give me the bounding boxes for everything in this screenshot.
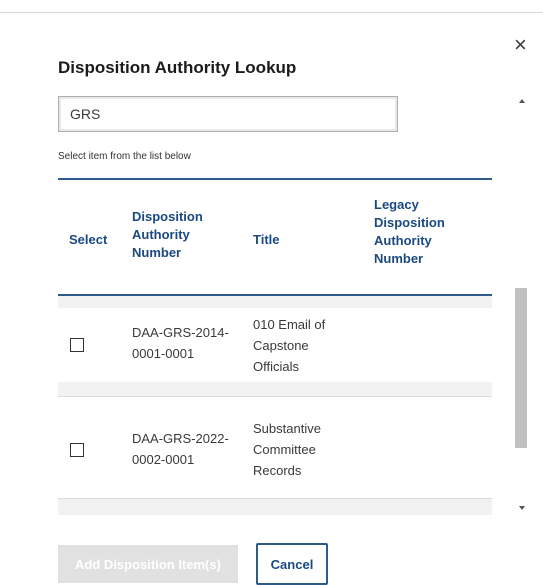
column-header-legacy-line2: Disposition bbox=[374, 215, 445, 230]
column-header-da-number-line3: Number bbox=[132, 245, 182, 260]
row-2-title-line3: Records bbox=[253, 463, 302, 478]
search-input[interactable] bbox=[58, 96, 398, 132]
column-header-legacy-line4: Number bbox=[374, 251, 424, 266]
row-spacer bbox=[58, 499, 492, 515]
table-header-top-rule bbox=[58, 178, 492, 180]
row-1-title-line1: 010 Email of bbox=[253, 317, 326, 332]
row-1-title-line2: Capstone bbox=[253, 338, 309, 353]
dialog-title: Disposition Authority Lookup bbox=[58, 58, 297, 77]
column-header-da-number-line2: Authority bbox=[132, 227, 190, 242]
row-1-da-number-line1: DAA-GRS-2014- bbox=[132, 325, 229, 340]
add-disposition-items-button[interactable]: Add Disposition Item(s) bbox=[58, 545, 238, 583]
row-spacer bbox=[58, 296, 492, 308]
row-2-select-checkbox[interactable] bbox=[70, 443, 84, 457]
row-2-title-line2: Committee bbox=[253, 442, 316, 457]
column-header-da-number-line1: Disposition bbox=[132, 209, 203, 224]
scroll-down-arrow-icon[interactable] bbox=[519, 506, 525, 510]
results-table: Select Disposition Authority Number Titl… bbox=[58, 178, 492, 515]
column-header-legacy-line1: Legacy bbox=[374, 197, 419, 212]
row-spacer bbox=[58, 382, 492, 396]
scroll-up-arrow-icon[interactable] bbox=[519, 99, 525, 103]
row-2-da-number-line1: DAA-GRS-2022- bbox=[132, 431, 229, 446]
row-divider bbox=[58, 396, 492, 397]
scrollbar-thumb[interactable] bbox=[515, 288, 527, 448]
close-icon[interactable]: × bbox=[514, 34, 527, 56]
row-2-title-line1: Substantive bbox=[253, 421, 321, 436]
column-header-legacy-line3: Authority bbox=[374, 233, 432, 248]
top-divider bbox=[0, 12, 543, 13]
list-hint: Select item from the list below bbox=[58, 151, 191, 162]
row-1-da-number-line2: 0001-0001 bbox=[132, 346, 195, 361]
column-header-title: Title bbox=[253, 232, 280, 247]
cancel-button[interactable]: Cancel bbox=[256, 543, 328, 585]
row-1-title-line3: Officials bbox=[253, 359, 299, 374]
row-1-select-checkbox[interactable] bbox=[70, 338, 84, 352]
column-header-select: Select bbox=[69, 232, 108, 247]
row-2-da-number-line2: 0002-0001 bbox=[132, 452, 195, 467]
